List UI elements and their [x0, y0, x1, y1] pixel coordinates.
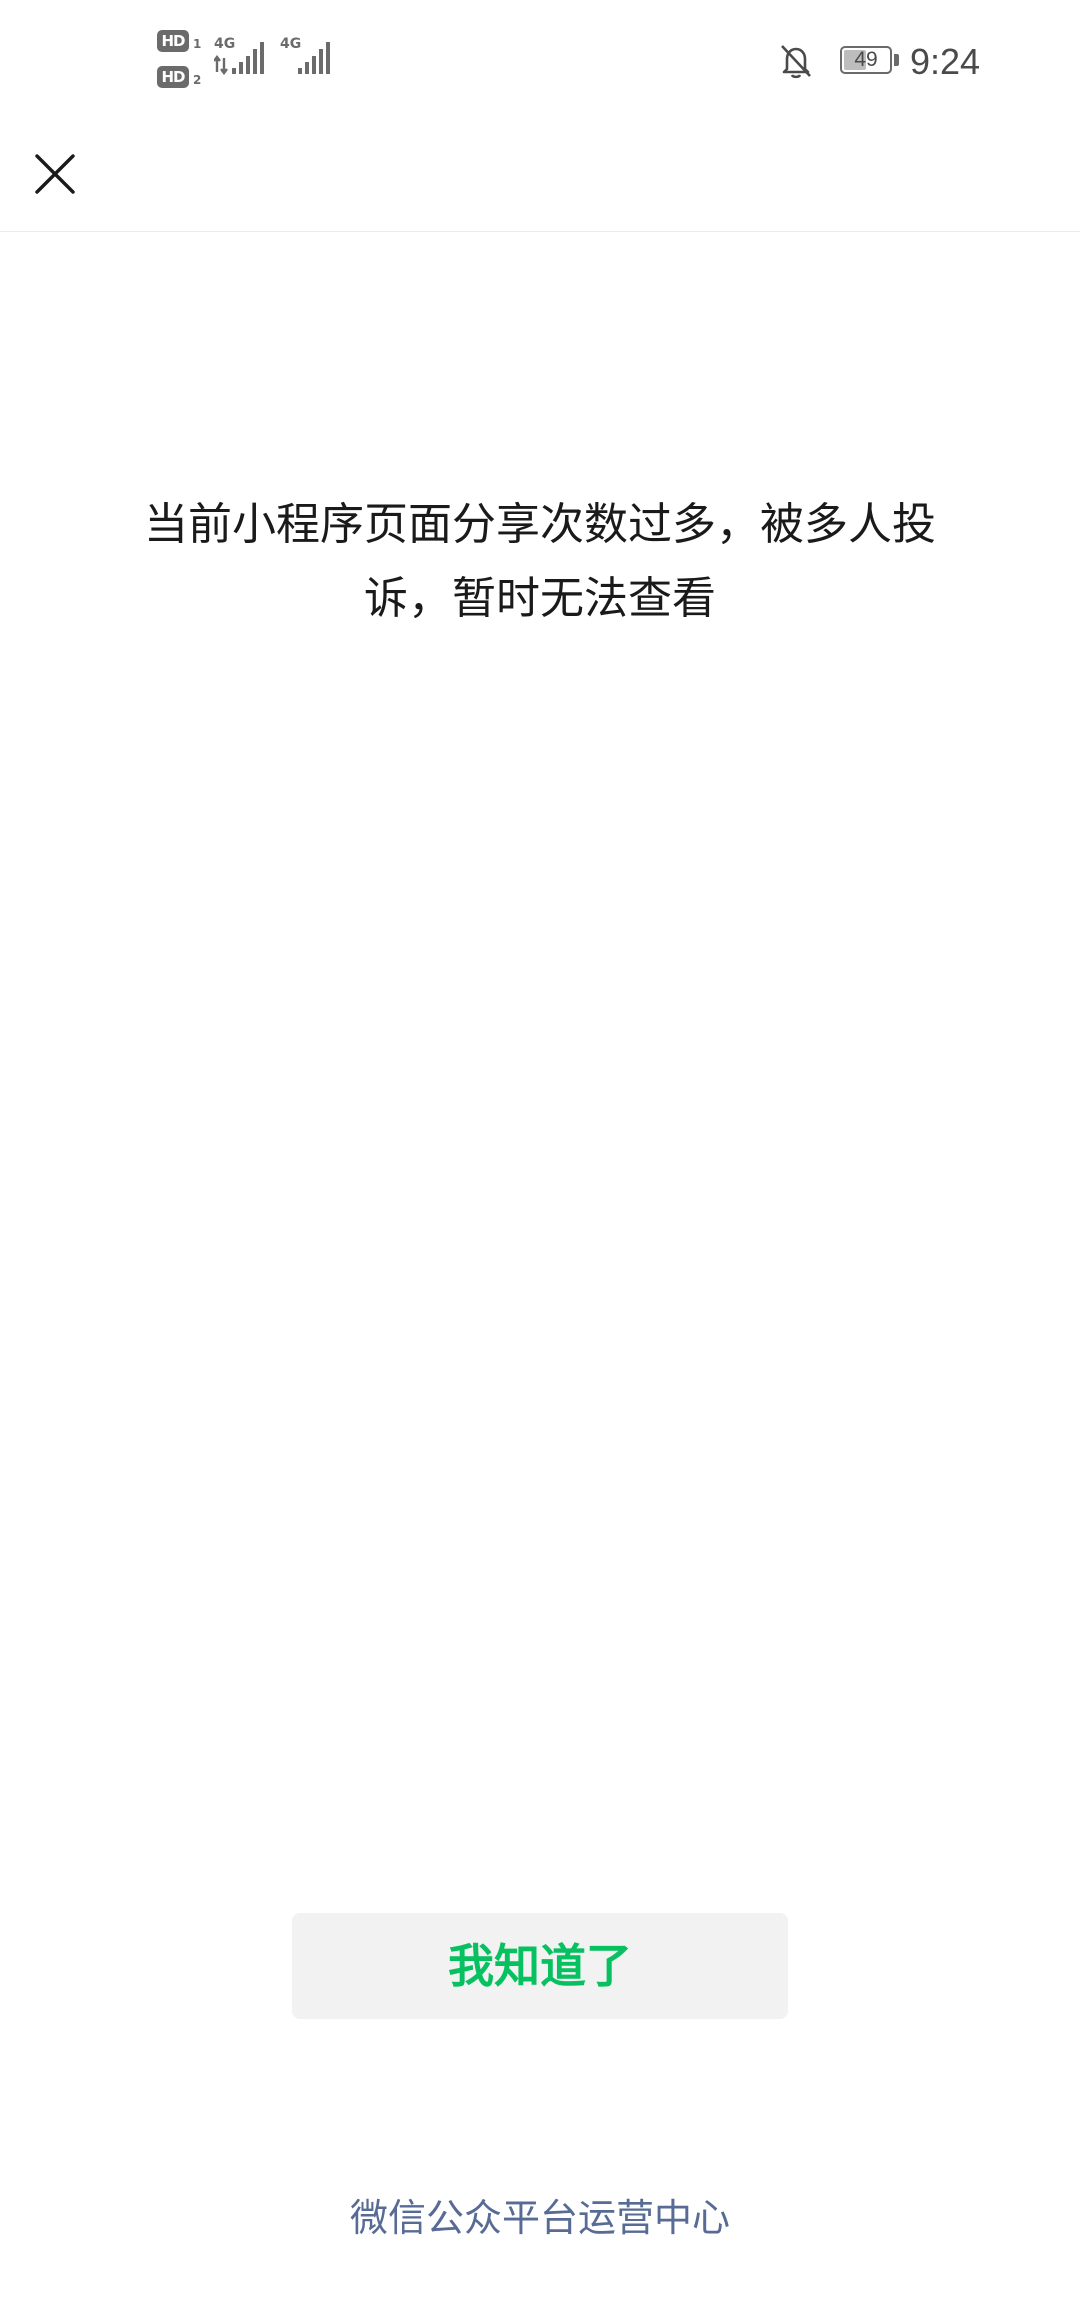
battery-level: 49 — [854, 48, 878, 71]
bell-muted-icon — [778, 42, 814, 80]
status-time: 9:24 — [910, 41, 981, 82]
confirm-button[interactable]: 我知道了 — [292, 1913, 788, 2019]
close-icon — [35, 154, 75, 194]
hd-sim2-icon: HD 2 — [157, 66, 209, 92]
status-right-cluster: 49 9:24 — [760, 0, 1080, 125]
sim-slot-number: 2 — [193, 73, 202, 87]
footer-operations-center-link[interactable]: 微信公众平台运营中心 — [240, 2190, 840, 2246]
battery-icon: 49 — [840, 46, 900, 76]
battery-tip — [894, 54, 899, 66]
hd-sim1-icon: HD 1 — [157, 30, 209, 56]
page: HD 1 HD 2 4G 4G 49 9:24 当前小程序页面分享次数过多，被多… — [0, 0, 1080, 2310]
close-button[interactable] — [20, 139, 90, 209]
blocked-message: 当前小程序页面分享次数过多，被多人投诉，暂时无法查看 — [144, 499, 936, 624]
nav-bar — [0, 125, 1080, 232]
hd-badge-label: HD — [157, 30, 189, 52]
sim-hd-indicators: HD 1 HD 2 — [157, 30, 209, 92]
sim2-signal-icon: 4G — [280, 36, 340, 80]
sim1-signal-icon: 4G — [214, 36, 274, 80]
hd-badge-label: HD — [157, 66, 189, 88]
sim-slot-number: 1 — [193, 37, 202, 51]
status-bar: HD 1 HD 2 4G 4G 49 9:24 — [0, 0, 1080, 125]
